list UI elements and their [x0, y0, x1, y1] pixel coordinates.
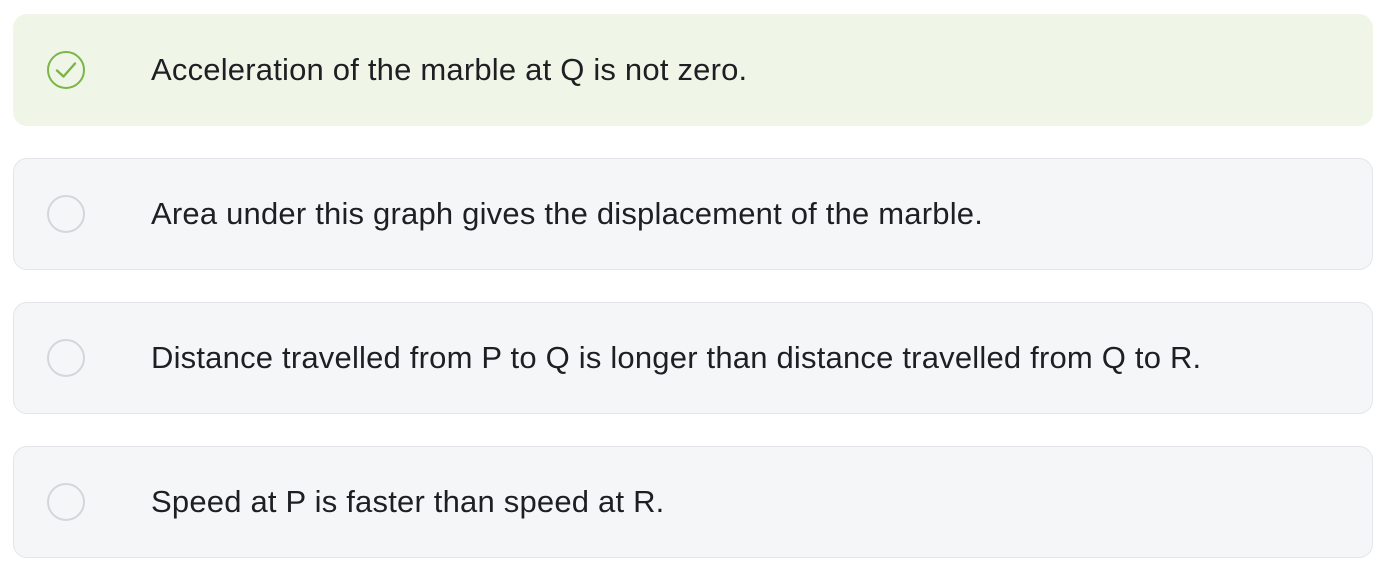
answer-options-list: Acceleration of the marble at Q is not z… — [13, 14, 1373, 558]
answer-option-label: Area under this graph gives the displace… — [151, 196, 984, 231]
answer-option-label: Speed at P is faster than speed at R. — [151, 484, 665, 519]
check-icon[interactable] — [47, 51, 85, 89]
radio-empty-icon[interactable] — [47, 195, 85, 233]
answer-option-1[interactable]: Acceleration of the marble at Q is not z… — [13, 14, 1373, 126]
answer-option-4[interactable]: Speed at P is faster than speed at R. — [13, 446, 1373, 558]
answer-option-label: Acceleration of the marble at Q is not z… — [151, 52, 748, 87]
answer-option-label: Distance travelled from P to Q is longer… — [151, 340, 1202, 375]
radio-empty-icon[interactable] — [47, 483, 85, 521]
answer-option-2[interactable]: Area under this graph gives the displace… — [13, 158, 1373, 270]
answer-option-3[interactable]: Distance travelled from P to Q is longer… — [13, 302, 1373, 414]
radio-empty-icon[interactable] — [47, 339, 85, 377]
